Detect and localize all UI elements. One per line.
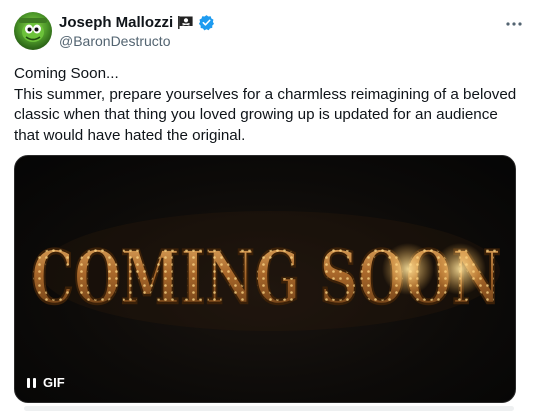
display-name[interactable]: Joseph Mallozzi bbox=[59, 14, 173, 31]
avatar-image bbox=[19, 18, 47, 42]
coming-soon-graphic: COMING SOON COMING SOON bbox=[30, 211, 502, 331]
name-row: Joseph Mallozzi bbox=[59, 14, 215, 31]
more-icon[interactable] bbox=[504, 14, 524, 34]
tweet-header: Joseph Mallozzi @BaronDestructo bbox=[14, 12, 526, 52]
verified-icon bbox=[198, 14, 215, 31]
tweet-text-line: This summer, prepare yourselves for a ch… bbox=[14, 85, 517, 144]
author-handle[interactable]: @BaronDestructo bbox=[59, 33, 170, 49]
tweet-text-line: Coming Soon... bbox=[14, 65, 119, 82]
pause-icon[interactable] bbox=[27, 377, 36, 388]
tweet-text: Coming Soon... This summer, prepare your… bbox=[14, 64, 519, 146]
gif-badge[interactable]: GIF bbox=[27, 375, 65, 390]
gif-label: GIF bbox=[43, 375, 65, 390]
gif-media[interactable]: COMING SOON COMING SOON GIF bbox=[14, 155, 516, 403]
pirate-flag-icon bbox=[178, 16, 193, 29]
tweet-actions-divider bbox=[24, 406, 514, 411]
avatar[interactable] bbox=[14, 12, 52, 50]
